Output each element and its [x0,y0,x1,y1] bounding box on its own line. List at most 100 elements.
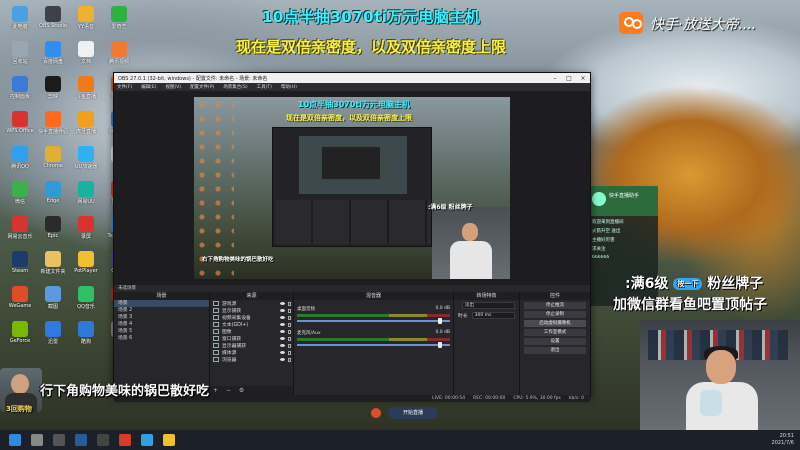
lock-icon[interactable] [288,308,291,313]
menu-item[interactable]: 工具(T) [257,84,272,90]
control-button[interactable]: 停止录制 [524,311,586,318]
desktop-icon[interactable]: 斗鱼直播 [68,76,104,106]
desktop-icon[interactable]: 文档 [68,41,104,71]
transition-type-select[interactable]: 淡出 [462,301,515,309]
source-item[interactable]: 视频采集设备 [210,314,293,321]
visibility-eye-icon[interactable] [280,358,285,361]
mixer-dock[interactable]: 混音器 桌面音频 0.0 dB 麦克风/Aux 0.0 dB [294,292,454,395]
volume-slider[interactable] [297,318,450,324]
lock-icon[interactable] [288,357,291,362]
scene-item[interactable]: 场景 3 [114,314,209,321]
scene-item[interactable]: 场景 [114,300,209,307]
record-dot-icon[interactable] [371,408,381,418]
source-item[interactable]: 显示器捕获 [210,342,293,349]
source-item[interactable]: 显示捕获 [210,307,293,314]
desktop-icon[interactable]: 爱奇艺 [101,6,137,36]
control-button[interactable]: 设置 [524,338,586,345]
menu-item[interactable]: 文件(F) [117,84,132,90]
control-button[interactable]: 启动虚拟摄像机 [524,320,586,327]
menu-item[interactable]: 配置文件(P) [190,84,214,90]
lock-icon[interactable] [288,336,291,341]
desktop-icon[interactable]: 腾讯QQ [2,146,38,176]
source-item[interactable]: 文本(GDI+) [210,321,293,328]
desktop-icon[interactable]: 微信 [2,181,38,211]
desktop-icon[interactable]: GeForce [2,321,38,351]
desktop-icon[interactable]: 网易云音乐 [2,216,38,246]
visibility-eye-icon[interactable] [280,316,285,319]
desktop-icon[interactable]: WPS Office [2,111,38,141]
taskbar-clock[interactable]: 20:51 2021/7/6 [772,433,794,447]
control-button[interactable]: 工作室模式 [524,329,586,336]
desktop-icon[interactable]: OBS Studio [35,6,71,36]
controls-dock[interactable]: 控件 停止推流 停止录制 启动虚拟摄像机 工作室模式 设置 退出 [520,292,590,395]
desktop-icon[interactable]: 快手直播伴侣 [35,111,71,141]
source-item[interactable]: 浏览器 [210,356,293,363]
desktop-icon[interactable]: UU加速器 [68,146,104,176]
desktop-icon[interactable]: 新建文件夹 [35,251,71,281]
desktop-icon[interactable]: YY语音 [68,6,104,36]
visibility-eye-icon[interactable] [280,323,285,326]
volume-slider[interactable] [297,342,450,348]
desktop-icon[interactable]: 截图 [35,286,71,316]
source-item[interactable]: 媒体源 [210,349,293,356]
desktop-icon[interactable]: 百度网盘 [35,41,71,71]
menu-item[interactable]: 视图(V) [165,84,181,90]
control-button[interactable]: 停止推流 [524,302,586,309]
taskbar-app-icon[interactable] [75,434,87,446]
taskbar-app-icon[interactable] [141,434,153,446]
desktop-icon[interactable]: Edge [35,181,71,211]
desktop-icon[interactable]: 迅雷 [35,321,71,351]
maximize-icon[interactable]: □ [562,75,576,82]
desktop-icon[interactable]: QQ音乐 [68,286,104,316]
desktop-icon[interactable]: 剪映 [35,76,71,106]
scene-item[interactable]: 场景 5 [114,328,209,335]
sources-dock[interactable]: 来源 游戏源 显示捕获 视频采集设备 文本(GDI+) 图像 窗口捕获 显示器捕获 媒体源 浏览… [210,292,294,395]
desktop-icon[interactable]: PotPlayer [68,251,104,281]
menu-item[interactable]: 场景集合(S) [223,84,247,90]
desktop-icon[interactable]: 录屏 [68,216,104,246]
lock-icon[interactable] [288,343,291,348]
visibility-eye-icon[interactable] [280,309,285,312]
taskbar-app-icon[interactable] [53,434,65,446]
lock-icon[interactable] [288,322,291,327]
taskbar-app-icon[interactable] [97,434,109,446]
desktop-icon[interactable]: 此电脑 [2,6,38,36]
scene-item[interactable]: 场景 2 [114,307,209,314]
lock-icon[interactable] [288,329,291,334]
desktop-icon[interactable]: 虎牙直播 [68,111,104,141]
visibility-eye-icon[interactable] [280,337,285,340]
visibility-eye-icon[interactable] [280,351,285,354]
desktop-icon[interactable]: 网易UU [68,181,104,211]
taskbar-app-icon[interactable] [163,434,175,446]
minimize-icon[interactable]: – [548,75,562,82]
desktop-icon[interactable]: Epic [35,216,71,246]
scene-item[interactable]: 场景 6 [114,335,209,342]
taskbar-app-icon[interactable] [31,434,43,446]
desktop-icon[interactable]: WeGame [2,286,38,316]
desktop-icon[interactable]: Steam [2,251,38,281]
add-source-icon[interactable]: + [213,387,218,394]
scene-item[interactable]: 场景 4 [114,321,209,328]
obs-titlebar[interactable]: OBS 27.0.1 (32-bit, windows) - 配置文件: 未命名… [114,73,590,83]
source-item[interactable]: 图像 [210,328,293,335]
source-item[interactable]: 游戏源 [210,300,293,307]
close-icon[interactable]: × [576,75,590,82]
lock-icon[interactable] [288,315,291,320]
obs-preview-canvas[interactable]: 10点半抽3070ti万元电脑主机 现在是双倍亲密度，以及双倍亲密度上限 :满6… [194,97,510,279]
source-settings-icon[interactable]: ⚙ [239,387,244,394]
control-button[interactable]: 退出 [524,347,586,354]
menu-item[interactable]: 编辑(E) [141,84,156,90]
desktop-icon[interactable]: Chrome [35,146,71,176]
obs-window[interactable]: OBS 27.0.1 (32-bit, windows) - 配置文件: 未命名… [113,72,591,402]
menu-item[interactable]: 帮助(H) [281,84,297,90]
desktop-icon[interactable]: 腾讯视频 [101,41,137,71]
lock-icon[interactable] [288,301,291,306]
desktop-icon[interactable]: 控制面板 [2,76,38,106]
taskbar-app-icon[interactable] [119,434,131,446]
visibility-eye-icon[interactable] [280,330,285,333]
lock-icon[interactable] [288,350,291,355]
visibility-eye-icon[interactable] [280,344,285,347]
source-item[interactable]: 窗口捕获 [210,335,293,342]
remove-source-icon[interactable]: − [226,387,231,394]
desktop-icon[interactable]: 回收站 [2,41,38,71]
